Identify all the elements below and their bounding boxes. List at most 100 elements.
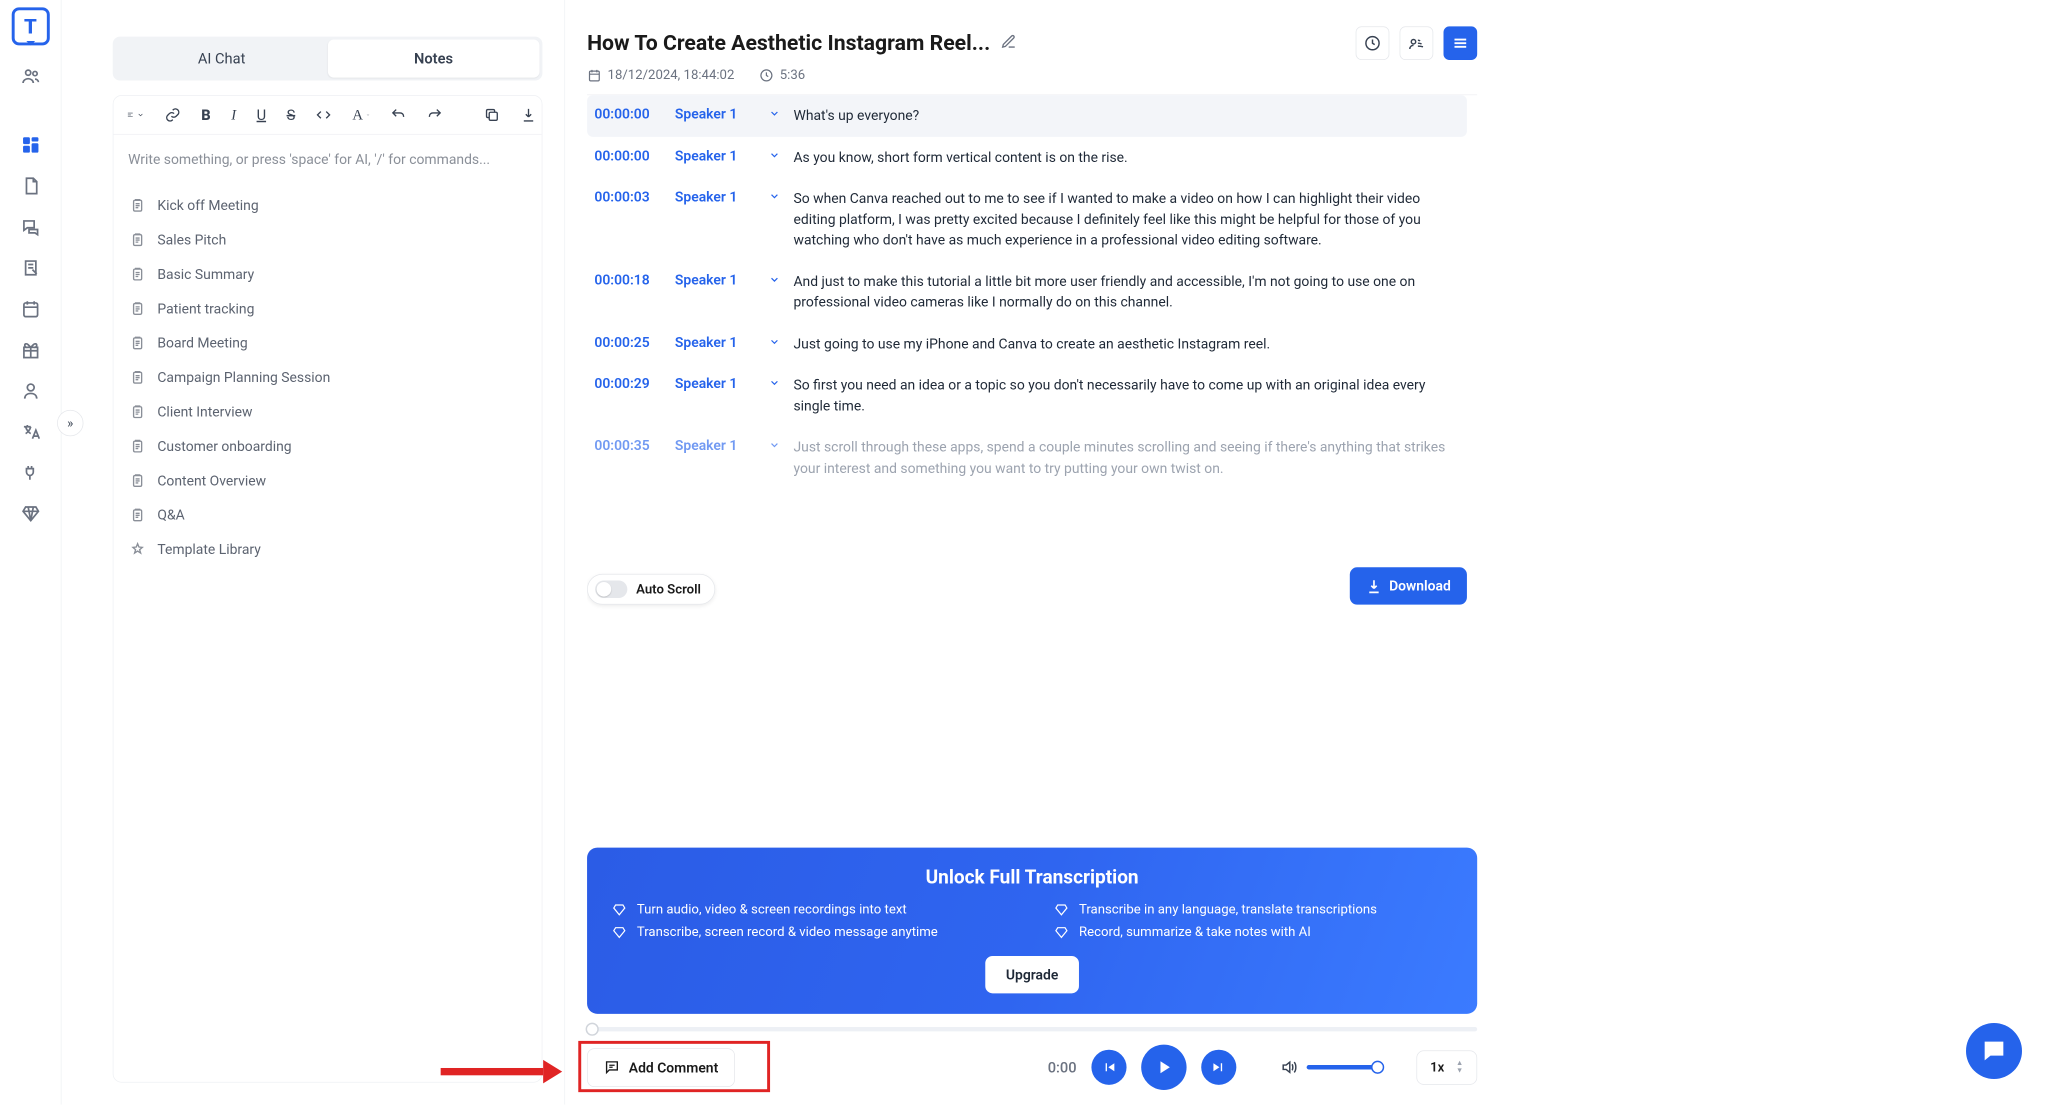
expand-sidebar-button[interactable]: » — [57, 410, 83, 436]
template-item[interactable]: Basic Summary — [119, 257, 536, 291]
italic-button[interactable]: I — [231, 106, 236, 124]
template-item[interactable]: Q&A — [119, 498, 536, 532]
prev-button[interactable] — [1091, 1050, 1126, 1085]
share-button[interactable] — [1400, 26, 1434, 60]
speaker-label[interactable]: Speaker 1 — [675, 375, 756, 392]
editor-placeholder[interactable]: Write something, or press 'space' for AI… — [113, 135, 541, 184]
next-button[interactable] — [1201, 1050, 1236, 1085]
player-time: 0:00 — [1048, 1058, 1077, 1076]
diamond-icon[interactable] — [20, 504, 40, 524]
template-item[interactable]: Board Meeting — [119, 326, 536, 360]
add-comment-button[interactable]: Add Comment — [587, 1048, 735, 1087]
timestamp[interactable]: 00:00:25 — [594, 333, 663, 350]
tab-ai-chat[interactable]: AI Chat — [116, 40, 328, 78]
chat-fab[interactable] — [1966, 1023, 2022, 1079]
transcript-text: And just to make this tutorial a little … — [793, 271, 1459, 313]
transcript-text: So when Canva reached out to me to see i… — [793, 188, 1459, 251]
timestamp[interactable]: 00:00:35 — [594, 437, 663, 454]
transcript-row[interactable]: 00:00:29Speaker 1So first you need an id… — [587, 365, 1467, 427]
template-list: Kick off MeetingSales PitchBasic Summary… — [113, 184, 541, 581]
transcript-row[interactable]: 00:00:03 Speaker 1 So when Canva reached o… — [587, 178, 1467, 261]
tab-notes[interactable]: Notes — [328, 40, 540, 78]
template-item[interactable]: Patient tracking — [119, 291, 536, 325]
menu-button[interactable] — [1444, 26, 1478, 60]
transcript-text: Just scroll through these apps, spend a … — [793, 437, 1459, 479]
undo-button[interactable] — [390, 106, 406, 124]
people-icon[interactable] — [20, 66, 40, 86]
code-button[interactable] — [316, 106, 332, 124]
redo-button[interactable] — [427, 106, 443, 124]
template-item[interactable]: Client Interview — [119, 395, 536, 429]
auto-scroll-toggle[interactable]: Auto Scroll — [587, 574, 715, 605]
volume-track[interactable] — [1306, 1065, 1379, 1069]
gift-icon[interactable] — [20, 340, 40, 360]
volume-control[interactable] — [1280, 1058, 1380, 1076]
transcript-row[interactable]: 00:00:25Speaker 1Just going to use my iP… — [587, 323, 1467, 364]
template-item[interactable]: Campaign Planning Session — [119, 360, 536, 394]
download-notes-button[interactable] — [521, 106, 537, 124]
integrations-icon[interactable] — [20, 463, 40, 483]
transcript-row[interactable]: 00:00:18 Speaker 1 And just to make this t… — [587, 261, 1467, 323]
profile-icon[interactable] — [20, 381, 40, 401]
chevron-down-icon[interactable] — [767, 336, 782, 348]
timestamp[interactable]: 00:00:00 — [594, 147, 663, 164]
template-item[interactable]: Kick off Meeting — [119, 188, 536, 222]
link-button[interactable] — [165, 106, 181, 124]
timestamp[interactable]: 00:00:00 — [594, 105, 663, 122]
transcript: 00:00:00Speaker 1What's up everyone?00:0… — [587, 94, 1477, 838]
timestamp[interactable]: 00:00:29 — [594, 375, 663, 392]
bold-button[interactable]: B — [201, 106, 210, 124]
template-item[interactable]: Content Overview — [119, 463, 536, 497]
transcript-text: As you know, short form vertical content… — [793, 147, 1459, 168]
chevron-down-icon[interactable] — [767, 190, 782, 202]
chevron-down-icon[interactable] — [767, 273, 782, 285]
speaker-label[interactable]: Speaker 1 — [675, 105, 756, 122]
speaker-label[interactable]: Speaker 1 — [675, 333, 756, 350]
main-panel: How To Create Aesthetic Instagram Reel..… — [565, 0, 1499, 1105]
speaker-label[interactable]: Speaker 1 — [675, 188, 756, 205]
notes-editor: B I U S A Write something, or press 'spa… — [113, 95, 543, 1082]
chevron-down-icon[interactable] — [767, 377, 782, 389]
template-item[interactable]: Sales Pitch — [119, 223, 536, 257]
calendar-icon[interactable] — [20, 299, 40, 319]
upgrade-banner: Unlock Full Transcription Turn audio, vi… — [587, 848, 1477, 1014]
upgrade-button[interactable]: Upgrade — [985, 956, 1078, 993]
timestamp[interactable]: 00:00:18 — [594, 271, 663, 288]
speaker-label[interactable]: Speaker 1 — [675, 271, 756, 288]
template-item[interactable]: Template Library — [119, 532, 536, 566]
app-logo: T — [11, 7, 49, 45]
document-icon[interactable] — [20, 176, 40, 196]
underline-button[interactable]: U — [257, 106, 266, 124]
banner-title: Unlock Full Transcription — [612, 867, 1452, 889]
language-icon[interactable] — [20, 422, 40, 442]
speed-button[interactable]: 1x ▲▼ — [1416, 1050, 1477, 1084]
download-button[interactable]: Download — [1350, 567, 1467, 604]
highlight-arrow — [441, 1060, 563, 1083]
dashboard-icon[interactable] — [20, 135, 40, 155]
toggle-icon[interactable] — [595, 580, 627, 598]
chevron-down-icon[interactable] — [767, 439, 782, 451]
template-item[interactable]: Customer onboarding — [119, 429, 536, 463]
copy-button[interactable] — [484, 106, 500, 124]
banner-feature: Record, summarize & take notes with AI — [1054, 925, 1452, 940]
speaker-label[interactable]: Speaker 1 — [675, 147, 756, 164]
notes-panel: AI Chat Notes B I U S A Write something,… — [61, 0, 565, 1105]
edit-note-icon[interactable] — [20, 258, 40, 278]
speaker-label[interactable]: Speaker 1 — [675, 437, 756, 454]
chevron-down-icon[interactable] — [767, 108, 782, 120]
chevron-down-icon[interactable] — [767, 149, 782, 161]
transcript-row[interactable]: 00:00:00Speaker 1What's up everyone? — [587, 95, 1467, 136]
history-button[interactable] — [1356, 26, 1390, 60]
transcript-row[interactable]: 00:00:00 Speaker 1 As you know, short form… — [587, 137, 1467, 178]
seek-track[interactable] — [587, 1027, 1477, 1031]
seek-thumb[interactable] — [586, 1023, 599, 1036]
banner-feature: Transcribe in any language, translate tr… — [1054, 902, 1452, 917]
edit-title-button[interactable] — [1000, 34, 1016, 53]
paragraph-style-button[interactable] — [127, 106, 145, 124]
play-button[interactable] — [1141, 1045, 1186, 1090]
transcript-row[interactable]: 00:00:35 Speaker 1 Just scroll through the… — [587, 427, 1467, 489]
text-color-button[interactable]: A — [352, 106, 370, 124]
timestamp[interactable]: 00:00:03 — [594, 188, 663, 205]
chat-icon[interactable] — [20, 217, 40, 237]
strike-button[interactable]: S — [287, 106, 296, 124]
